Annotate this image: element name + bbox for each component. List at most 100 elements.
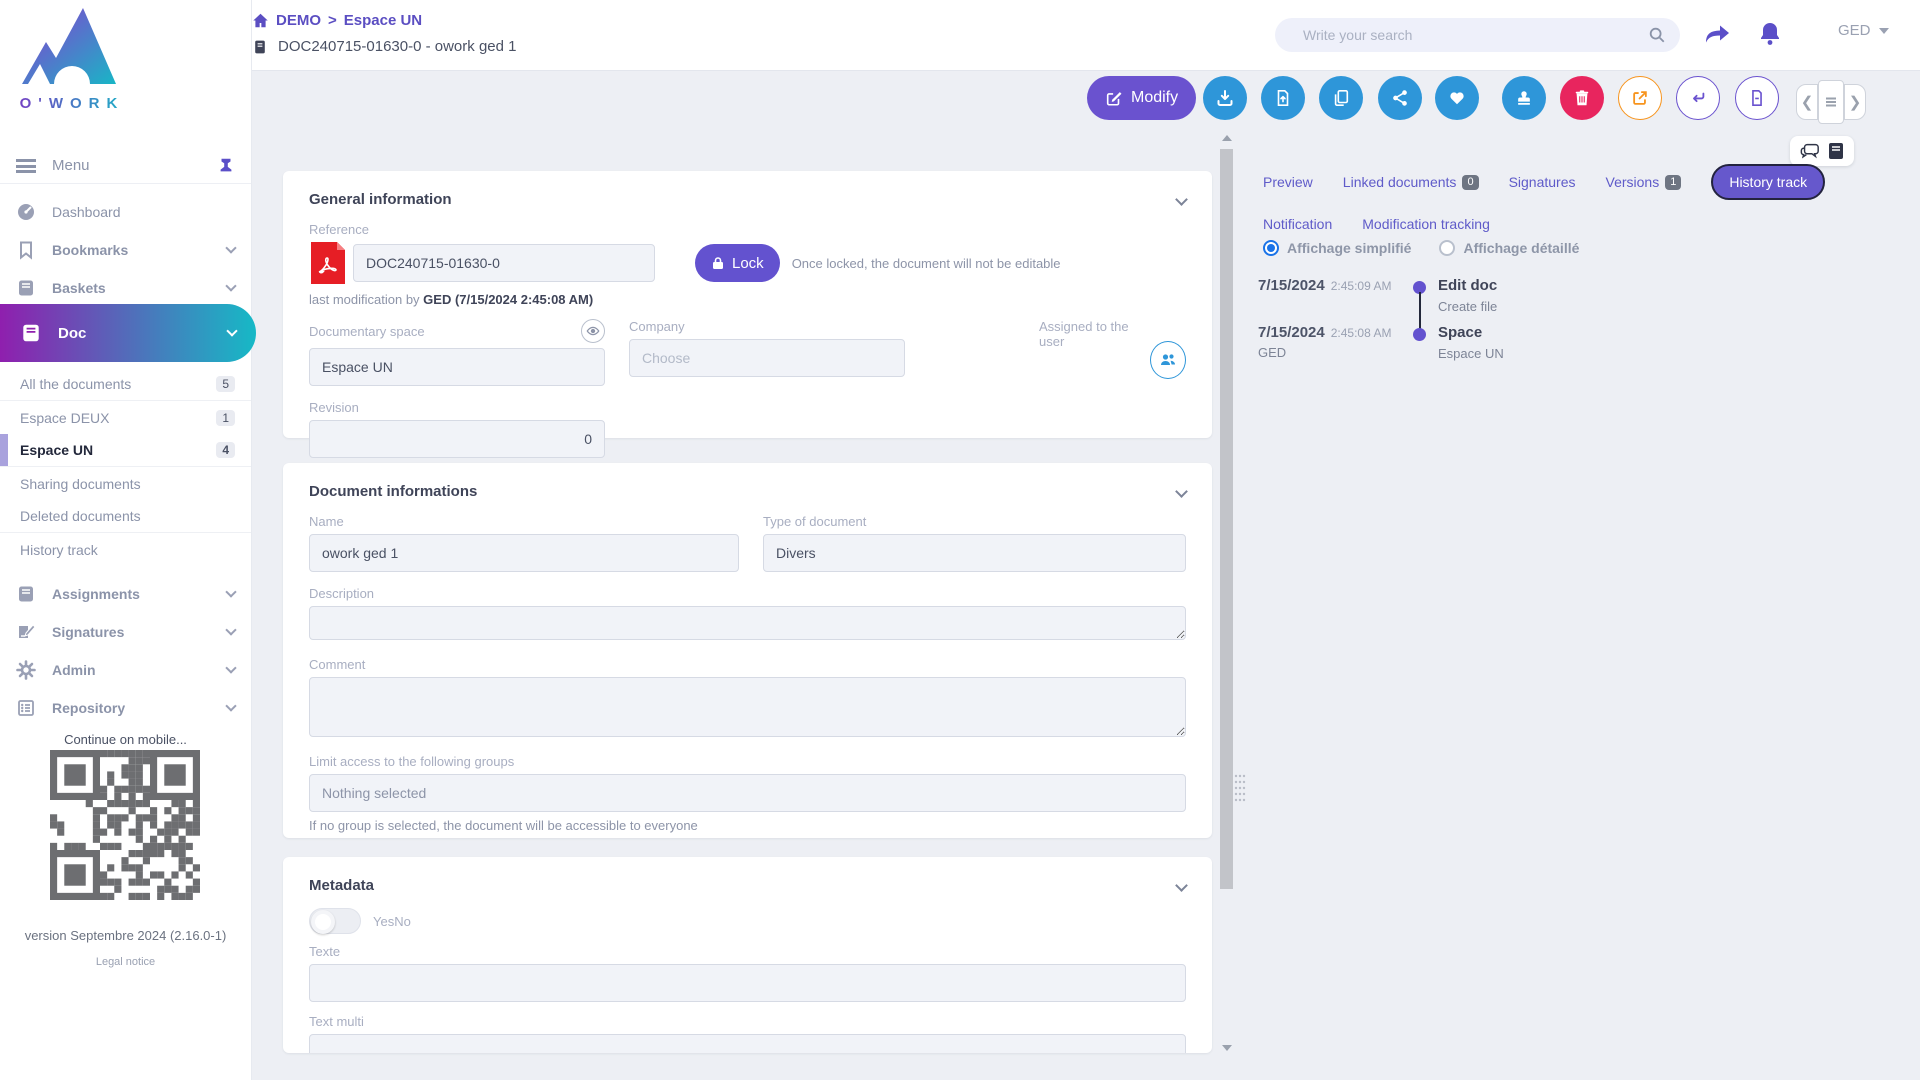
sidebar-item-deleted-documents[interactable]: Deleted documents [0, 500, 251, 533]
book-icon[interactable] [1828, 142, 1844, 160]
comment-textarea[interactable] [309, 677, 1186, 737]
radio-affichage-detaille[interactable]: Affichage détaillé [1439, 240, 1579, 256]
card-title: General information [309, 191, 452, 208]
legal-notice-link[interactable]: Legal notice [0, 956, 251, 968]
download-button[interactable] [1203, 76, 1247, 120]
radio-affichage-simplifie[interactable]: Affichage simplifié [1263, 240, 1411, 256]
forward-icon[interactable] [1703, 20, 1731, 48]
chevron-down-icon [225, 280, 236, 291]
tab-history-track[interactable]: History track [1711, 164, 1825, 200]
main-scrollbar[interactable] [1219, 133, 1234, 1053]
signature-icon [16, 622, 36, 642]
bell-icon[interactable] [1756, 20, 1784, 48]
tab-versions[interactable]: Versions 1 [1606, 174, 1682, 190]
sidebar-item-repository[interactable]: Repository [0, 692, 251, 724]
groups-selected-value: Nothing selected [322, 785, 426, 801]
chevron-down-icon [226, 325, 237, 336]
menu-icon[interactable] [16, 159, 36, 173]
sidebar-item-assignments[interactable]: Assignments [0, 578, 251, 610]
modify-button[interactable]: Modify [1087, 76, 1196, 120]
chevron-down-icon [225, 700, 236, 711]
assign-user-button[interactable] [1150, 341, 1186, 379]
panel-resize-handle[interactable] [1234, 772, 1246, 808]
name-input[interactable] [309, 534, 739, 572]
version-text: version Septembre 2024 (2.16.0-1) [0, 928, 251, 943]
sidebar-item-all-documents[interactable]: All the documents 5 [0, 368, 251, 401]
document-list-button[interactable] [1818, 80, 1844, 124]
search-input[interactable] [1303, 27, 1648, 43]
share-button[interactable] [1378, 76, 1422, 120]
documentary-space-input[interactable] [309, 348, 605, 386]
return-button[interactable] [1676, 76, 1720, 120]
pdf-icon [309, 242, 345, 284]
tab-linked-documents[interactable]: Linked documents 0 [1343, 174, 1479, 190]
pin-icon[interactable] [217, 157, 235, 175]
sidebar-item-admin[interactable]: Admin [0, 654, 251, 686]
sidebar-item-baskets[interactable]: Baskets [0, 272, 251, 304]
company-input[interactable] [629, 339, 905, 377]
document-title: DOC240715-01630-0 - owork ged 1 [278, 38, 516, 55]
timeline-time: 2:45:09 AM [1331, 279, 1392, 293]
sidebar-item-doc[interactable]: Doc [0, 304, 256, 362]
document-button[interactable] [1735, 76, 1779, 120]
tab-preview[interactable]: Preview [1263, 174, 1313, 190]
sidebar: O'WORK Menu Dashboard Bookmarks [0, 0, 251, 1080]
chat-icon[interactable] [1800, 142, 1820, 160]
breadcrumb-current[interactable]: Espace UN [344, 12, 422, 29]
collapse-chevron-icon[interactable] [1175, 485, 1188, 498]
tab-notification[interactable]: Notification [1263, 216, 1332, 232]
type-of-document-input[interactable] [763, 534, 1186, 572]
sidebar-item-bookmarks[interactable]: Bookmarks [0, 234, 251, 266]
text-multi-textarea[interactable] [309, 1034, 1186, 1053]
sidebar-item-signatures[interactable]: Signatures [0, 616, 251, 648]
revision-input[interactable] [309, 420, 605, 458]
card-title: Metadata [309, 877, 374, 894]
card-title: Document informations [309, 483, 477, 500]
qr-code [50, 750, 200, 900]
last-modification-text: last modification by GED (7/15/2024 2:45… [309, 292, 1186, 307]
home-icon[interactable] [252, 12, 269, 29]
collapse-chevron-icon[interactable] [1175, 193, 1188, 206]
reference-input[interactable] [353, 244, 655, 282]
sidebar-item-espace-deux[interactable]: Espace DEUX 1 [0, 401, 251, 434]
open-external-button[interactable] [1618, 76, 1662, 120]
sidebar-item-label: Baskets [52, 280, 227, 296]
description-textarea[interactable] [309, 606, 1186, 640]
prev-document-button[interactable]: ❮ [1796, 84, 1818, 120]
lock-note: Once locked, the document will not be ed… [792, 256, 1061, 271]
timeline-dot [1413, 328, 1426, 341]
preview-space-button[interactable] [581, 319, 605, 343]
active-indicator [0, 434, 8, 466]
scrollbar-thumb[interactable] [1220, 149, 1233, 889]
tab-modification-tracking[interactable]: Modification tracking [1362, 216, 1490, 232]
lock-label: Lock [732, 255, 764, 272]
timeline-date: 7/15/2024 [1258, 277, 1325, 294]
sidebar-item-sharing-documents[interactable]: Sharing documents [0, 467, 251, 500]
sidebar-item-espace-un[interactable]: Espace UN 4 [0, 434, 251, 467]
yesno-toggle[interactable] [309, 908, 361, 934]
search-icon[interactable] [1648, 26, 1666, 44]
groups-select[interactable]: Nothing selected [309, 774, 1186, 812]
collapse-chevron-icon[interactable] [1175, 879, 1188, 892]
stamp-button[interactable] [1502, 76, 1546, 120]
scroll-down-arrow[interactable] [1222, 1045, 1232, 1051]
sidebar-item-dashboard[interactable]: Dashboard [0, 196, 251, 228]
file-icon [1748, 89, 1766, 107]
upload-version-button[interactable] [1261, 76, 1305, 120]
delete-button[interactable] [1560, 76, 1604, 120]
sidebar-item-history-track[interactable]: History track [0, 533, 251, 566]
texte-input[interactable] [309, 964, 1186, 1002]
copy-button[interactable] [1319, 76, 1363, 120]
tab-signatures[interactable]: Signatures [1509, 174, 1576, 190]
lock-button[interactable]: Lock [695, 244, 780, 282]
right-panel-tabs: Preview Linked documents 0 Signatures Ve… [1263, 164, 1863, 232]
revision-label: Revision [309, 400, 605, 415]
caret-down-icon [1879, 28, 1889, 34]
favorite-button[interactable] [1435, 76, 1479, 120]
heart-icon [1448, 89, 1466, 107]
sidebar-item-label: Doc [58, 325, 228, 342]
breadcrumb-home[interactable]: DEMO [276, 12, 321, 29]
user-menu[interactable]: GED [1838, 22, 1889, 39]
scroll-up-arrow[interactable] [1222, 135, 1232, 141]
next-document-button[interactable]: ❯ [1844, 84, 1866, 120]
